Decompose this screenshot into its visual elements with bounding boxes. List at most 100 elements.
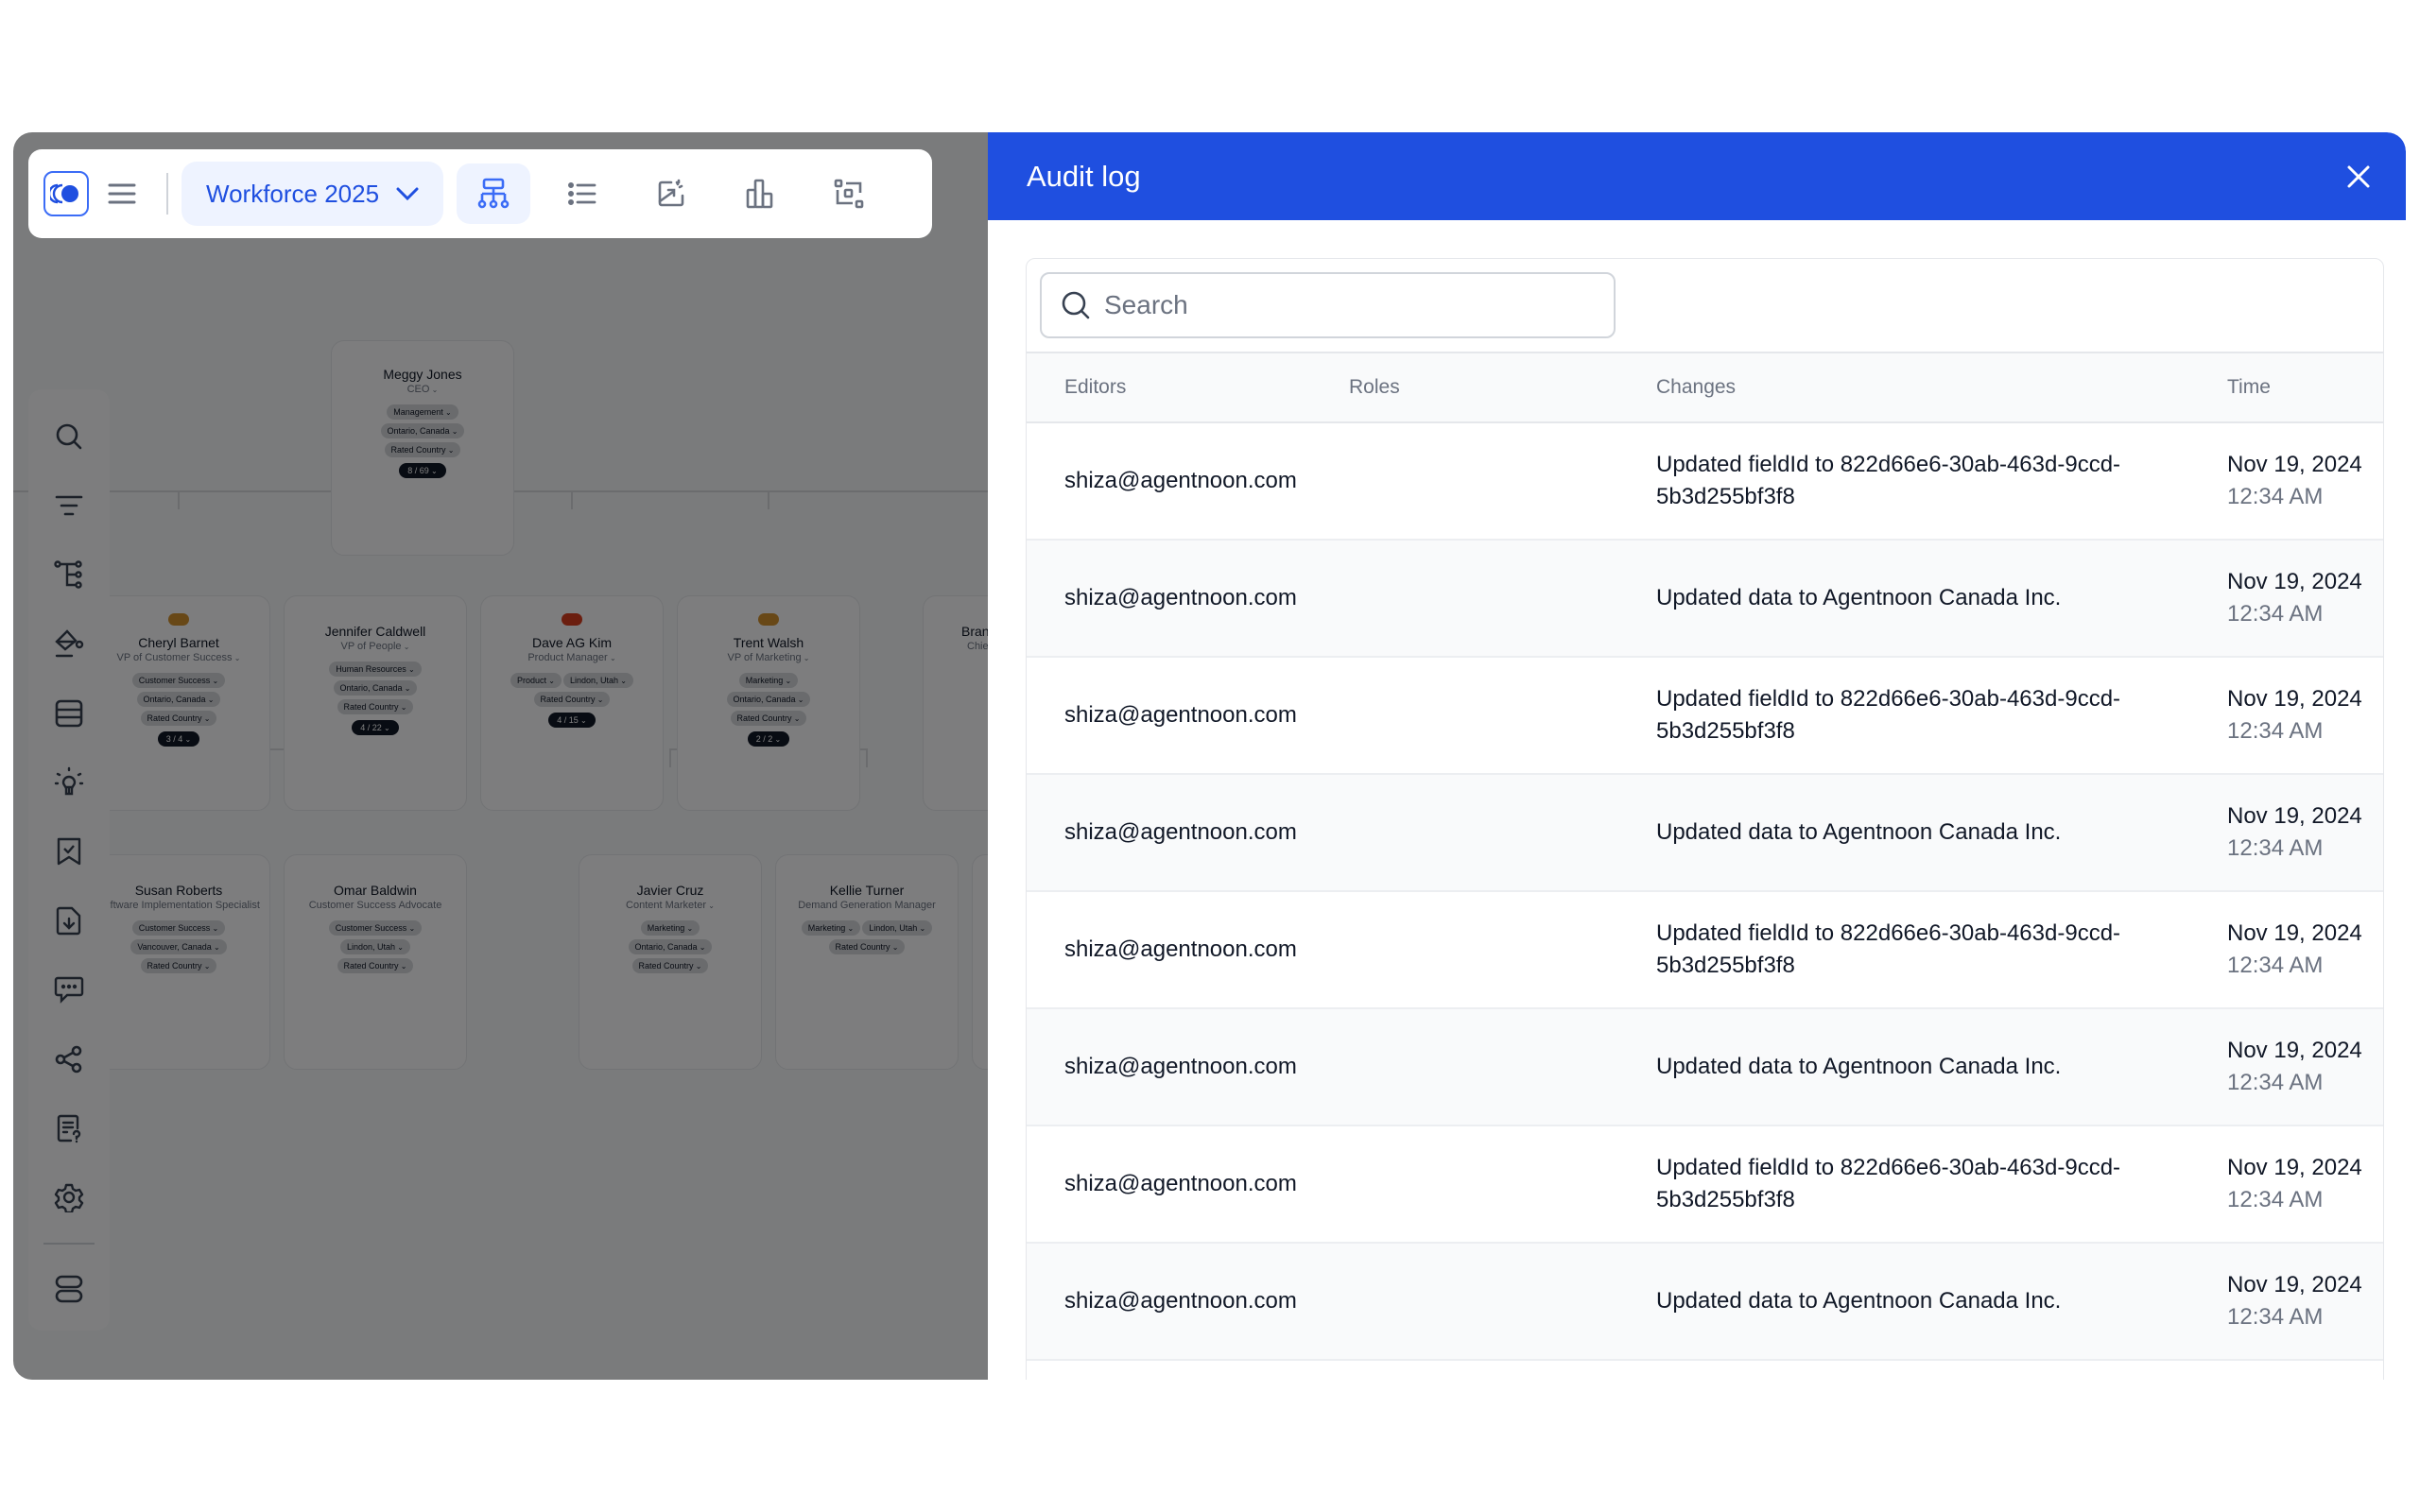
column-header-roles[interactable]: Roles [1349,376,1400,399]
change-date: Nov 19, 2024 [2227,686,2362,712]
change-timestamp: Nov 19, 2024 12:34 AM [2227,800,2362,865]
sidebar-style-button[interactable] [41,616,97,672]
location-pill[interactable]: Lindon, Utah [562,673,633,688]
rating-pill[interactable]: Rated Country [730,711,807,726]
employee-title[interactable]: Demand Generation Manager [776,899,958,913]
employee-card[interactable]: Cheryl Barnet VP of Customer Success Cus… [87,595,270,811]
employee-title[interactable]: VP of People [285,640,466,654]
employee-title[interactable]: CEO [332,383,513,397]
close-button[interactable] [2340,158,2377,196]
app-logo-icon[interactable] [43,171,89,216]
sidebar-share-button[interactable] [41,1031,97,1087]
department-pill[interactable]: Marketing [640,920,700,936]
search-input[interactable] [1104,290,1596,320]
employee-title[interactable]: Content Marketer [579,899,761,913]
sidebar-table-button[interactable] [41,685,97,741]
reports-count[interactable]: 4 / 15 [548,713,596,728]
employee-card[interactable]: Javier Cruz Content Marketer Marketing O… [579,854,762,1070]
rating-pill[interactable]: Rated Country [828,939,906,954]
employee-card[interactable]: Kellie Turner Demand Generation Manager … [775,854,959,1070]
reports-count[interactable]: 2 / 2 [747,731,790,747]
rating-pill[interactable]: Rated Country [337,958,414,973]
sidebar-export-button[interactable] [41,893,97,949]
change-date: Nov 19, 2024 [2227,1038,2362,1063]
table-row[interactable]: shiza@agentnoon.com Updated fieldId to 82… [1027,658,2383,775]
department-pill[interactable]: Management [387,404,458,420]
table-row[interactable]: shiza@agentnoon.com Updated fieldId to 82… [1027,892,2383,1009]
employee-card[interactable]: Omar Baldwin Customer Success Advocate C… [284,854,467,1070]
department-pill[interactable]: Customer Success [131,920,226,936]
comment-icon [54,977,84,1005]
change-description: Updated fieldId to 822d66e6-30ab-463d-9c… [1656,1155,2121,1212]
location-pill[interactable]: Ontario, Canada [628,939,713,954]
workspace-dropdown[interactable]: Workforce 2025 [182,162,444,226]
employee-card[interactable]: Susan Roberts Software Implementation Sp… [87,854,270,1070]
sidebar-settings-button[interactable] [41,1170,97,1226]
location-pill[interactable]: Ontario, Canada [726,692,811,707]
department-pill[interactable]: Marketing [738,673,799,688]
employee-card[interactable] [972,854,988,1070]
rating-pill[interactable]: Rated Country [631,958,709,973]
search-field[interactable] [1040,272,1616,338]
table-row[interactable]: shiza@agentnoon.com Updated data to Agent… [1027,775,2383,892]
employee-card[interactable]: Bran Chief O [923,595,988,811]
table-row[interactable]: shiza@agentnoon.com Updated data to Agent… [1027,541,2383,658]
column-header-changes[interactable]: Changes [1656,376,1736,399]
department-pill[interactable]: Marketing [801,920,861,936]
column-header-editors[interactable]: Editors [1064,376,1126,399]
sidebar-comments-button[interactable] [41,962,97,1018]
sidebar-insights-button[interactable] [41,754,97,810]
rating-pill[interactable]: Rated Country [533,692,611,707]
rating-pill[interactable]: Rated Country [140,711,217,726]
layout-view-button[interactable] [812,163,886,224]
department-pill[interactable]: Customer Success [131,673,226,688]
location-pill[interactable]: Ontario, Canada [333,680,418,696]
menu-button[interactable] [89,163,155,224]
location-pill[interactable]: Ontario, Canada [380,423,465,438]
employee-name: Meggy Jones [383,367,462,382]
location-pill[interactable]: Vancouver, Canada [130,939,227,954]
reports-count[interactable]: 3 / 4 [157,731,200,747]
org-chart-view-button[interactable] [457,163,531,224]
rating-pill[interactable]: Rated Country [140,958,217,973]
department-pill[interactable]: Customer Success [328,920,423,936]
file-download-icon [56,907,81,936]
reports-count[interactable]: 4 / 22 [352,720,399,735]
employee-title[interactable]: Customer Success Advocate [285,899,466,913]
location-pill[interactable]: Lindon, Utah [862,920,933,936]
reports-count[interactable]: 8 / 69 [399,463,446,478]
column-header-time[interactable]: Time [2227,376,2271,399]
document-help-icon [57,1114,81,1143]
sidebar-collapse-button[interactable] [41,1262,97,1317]
sidebar-search-button[interactable] [41,408,97,464]
sidebar-filter-button[interactable] [41,477,97,533]
department-pill[interactable]: Product [510,673,562,688]
department-pill[interactable]: Human Resources [329,662,422,677]
table-row[interactable]: shiza@agentnoon.com Updated data to Agent… [1027,1009,2383,1126]
list-view-button[interactable] [545,163,619,224]
sidebar-help-doc-button[interactable] [41,1100,97,1156]
table-row[interactable]: shiza@agentnoon.com Updated fieldId to 82… [1027,423,2383,541]
table-row[interactable]: shiza@agentnoon.com Updated fieldId to 82… [1027,1126,2383,1244]
location-pill[interactable]: Lindon, Utah [340,939,410,954]
table-body: shiza@agentnoon.com Updated fieldId to 82… [1027,423,2383,1361]
table-row[interactable]: shiza@agentnoon.com Updated data to Agent… [1027,1244,2383,1361]
employee-card[interactable]: Dave AG Kim Product Manager Product Lind… [480,595,664,811]
employee-card[interactable]: Trent Walsh VP of Marketing Marketing On… [677,595,860,811]
rating-pill[interactable]: Rated Country [337,699,414,714]
analytics-view-button[interactable] [723,163,797,224]
org-chart-canvas[interactable]: Meggy Jones CEO Management Ontario, Cana… [13,132,988,1380]
edit-badge-icon [758,613,779,626]
employee-name: Susan Roberts [134,883,223,898]
rating-pill[interactable]: Rated Country [384,442,461,457]
employee-title[interactable]: VP of Marketing [678,651,859,665]
employee-title[interactable]: Software Implementation Specialist [88,899,269,913]
employee-title[interactable]: Product Manager [481,651,663,665]
employee-title[interactable]: VP of Customer Success [88,651,269,665]
sidebar-review-button[interactable] [41,823,97,879]
employee-card[interactable]: Meggy Jones CEO Management Ontario, Cana… [331,340,514,556]
sidebar-hierarchy-button[interactable] [41,546,97,602]
employee-card[interactable]: Jennifer Caldwell VP of People Human Res… [284,595,467,811]
scenario-view-button[interactable] [634,163,708,224]
location-pill[interactable]: Ontario, Canada [136,692,221,707]
